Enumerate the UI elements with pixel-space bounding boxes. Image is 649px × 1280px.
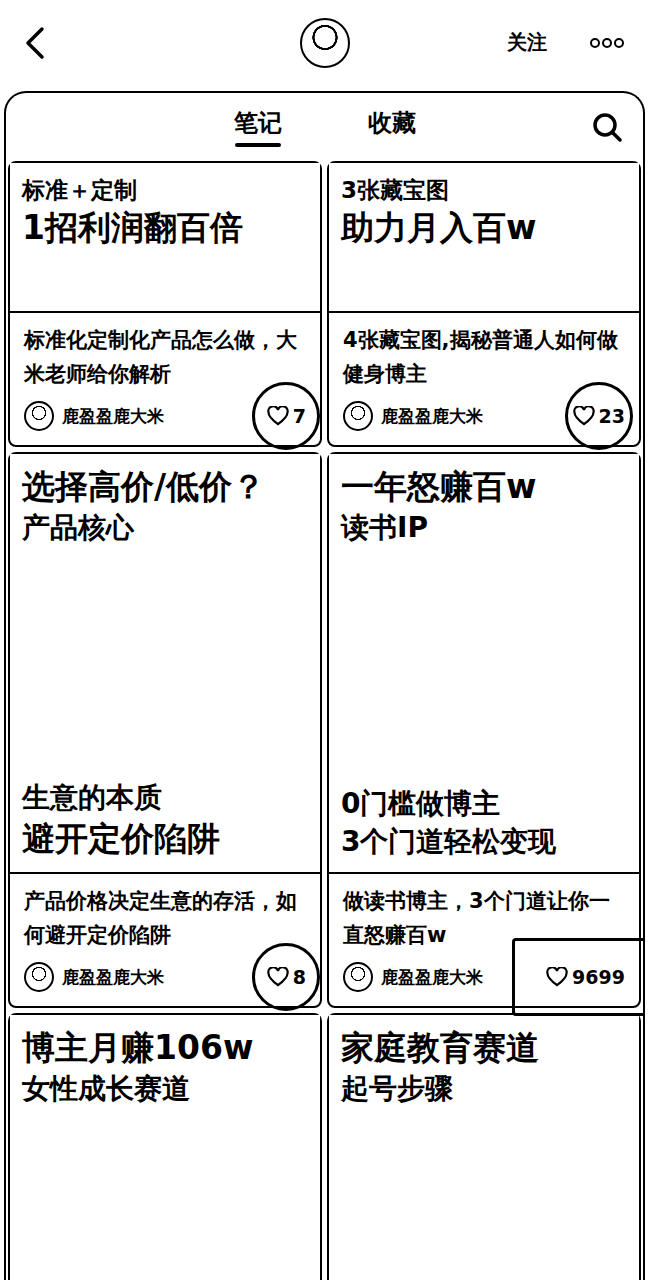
note-cover: 家庭教育赛道起号步骤	[329, 1015, 639, 1280]
author-row: 鹿盈盈鹿大米 8	[10, 952, 320, 1006]
author-avatar[interactable]	[24, 401, 54, 431]
author-name[interactable]: 鹿盈盈鹿大米	[62, 405, 164, 428]
cover-title: 女性成长赛道	[22, 1073, 308, 1105]
like-button[interactable]: 8	[267, 966, 306, 988]
cover-title: 家庭教育赛道	[341, 1029, 627, 1067]
top-bar: 关注	[0, 0, 649, 85]
tab-bar: 笔记 收藏	[8, 93, 641, 161]
highlight-mark	[565, 382, 633, 450]
like-count: 7	[293, 405, 306, 427]
heart-icon	[546, 967, 568, 987]
profile-page: 关注笔记收藏标准＋定制1招利润翻百倍标准化定制化产品怎么做，大米老师给你解析鹿盈…	[0, 0, 649, 1280]
back-arrow-icon	[24, 26, 46, 60]
like-button[interactable]: 7	[267, 405, 306, 427]
like-button[interactable]: 9699	[546, 966, 625, 988]
author-avatar[interactable]	[343, 962, 373, 992]
cover-title: 起号步骤	[341, 1073, 627, 1105]
note-cover: 3张藏宝图助力月入百w	[329, 163, 639, 313]
note-cover: 博主月赚106w 女性成长赛道	[10, 1015, 320, 1280]
highlight-mark	[252, 382, 320, 450]
heart-icon	[573, 406, 595, 426]
cover-title: 0门槛做博主	[341, 788, 627, 820]
cover-title: 生意的本质	[22, 782, 308, 814]
note-card[interactable]: 家庭教育赛道起号步骤	[327, 1013, 641, 1280]
note-caption: 4张藏宝图,揭秘普通人如何做健身博主	[329, 313, 639, 391]
more-icon[interactable]	[589, 37, 625, 49]
author-avatar[interactable]	[343, 401, 373, 431]
profile-avatar[interactable]	[300, 18, 350, 68]
content-panel: 笔记收藏标准＋定制1招利润翻百倍标准化定制化产品怎么做，大米老师给你解析鹿盈盈鹿…	[4, 91, 645, 1280]
notes-grid: 标准＋定制1招利润翻百倍标准化定制化产品怎么做，大米老师给你解析鹿盈盈鹿大米73…	[8, 161, 641, 1280]
cover-title: 博主月赚106w	[22, 1029, 308, 1067]
note-caption: 产品价格决定生意的存活，如何避开定价陷阱	[10, 874, 320, 952]
note-caption: 标准化定制化产品怎么做，大米老师给你解析	[10, 313, 320, 391]
author-name[interactable]: 鹿盈盈鹿大米	[381, 966, 483, 989]
like-count: 23	[599, 405, 625, 427]
back-button[interactable]	[24, 26, 300, 60]
note-cover: 标准＋定制 1招利润翻百倍	[10, 163, 320, 313]
cover-title: 助力月入百w	[341, 209, 627, 247]
note-cover: 选择高价/低价？ 产品核心生意的本质避开定价陷阱	[10, 454, 320, 874]
highlight-mark	[252, 943, 320, 1011]
author-row: 鹿盈盈鹿大米 7	[10, 391, 320, 445]
heart-icon	[267, 967, 289, 987]
like-button[interactable]: 23	[573, 405, 625, 427]
note-caption: 做读书博主，3个门道让你一直怒赚百w	[329, 874, 639, 952]
highlight-mark	[512, 938, 645, 1016]
cover-title: 3张藏宝图	[341, 177, 627, 203]
cover-title: 产品核心	[22, 512, 308, 544]
cover-title: 标准＋定制	[22, 177, 308, 203]
cover-title: 避开定价陷阱	[22, 820, 308, 858]
like-count: 9699	[572, 966, 625, 988]
cover-title: 一年怒赚百w	[341, 468, 627, 506]
author-name[interactable]: 鹿盈盈鹿大米	[62, 966, 164, 989]
note-card[interactable]: 博主月赚106w 女性成长赛道	[8, 1013, 322, 1280]
note-card[interactable]: 标准＋定制 1招利润翻百倍标准化定制化产品怎么做，大米老师给你解析鹿盈盈鹿大米 7	[8, 161, 322, 447]
note-card[interactable]: 3张藏宝图助力月入百w4张藏宝图,揭秘普通人如何做健身博主鹿盈盈鹿大米23	[327, 161, 641, 447]
author-avatar[interactable]	[24, 962, 54, 992]
like-count: 8	[293, 966, 306, 988]
search-button[interactable]	[591, 111, 623, 143]
note-cover: 一年怒赚百w 读书IP 0门槛做博主 3个门道轻松变现	[329, 454, 639, 874]
tab[interactable]: 笔记	[234, 107, 282, 147]
heart-icon	[267, 406, 289, 426]
author-name[interactable]: 鹿盈盈鹿大米	[381, 405, 483, 428]
cover-title: 读书IP	[341, 512, 627, 544]
tab[interactable]: 收藏	[368, 107, 416, 147]
cover-title: 3个门道轻松变现	[341, 826, 627, 858]
author-row: 鹿盈盈鹿大米 9699	[329, 952, 639, 1006]
author-row: 鹿盈盈鹿大米 23	[329, 391, 639, 445]
follow-button[interactable]: 关注	[505, 25, 549, 60]
cover-title: 选择高价/低价？	[22, 468, 308, 506]
note-card[interactable]: 一年怒赚百w 读书IP 0门槛做博主 3个门道轻松变现做读书博主，3个门道让你一直怒赚…	[327, 452, 641, 1008]
search-icon	[591, 111, 623, 143]
cover-title: 1招利润翻百倍	[22, 209, 308, 247]
note-card[interactable]: 选择高价/低价？ 产品核心生意的本质避开定价陷阱产品价格决定生意的存活，如何避开定…	[8, 452, 322, 1008]
